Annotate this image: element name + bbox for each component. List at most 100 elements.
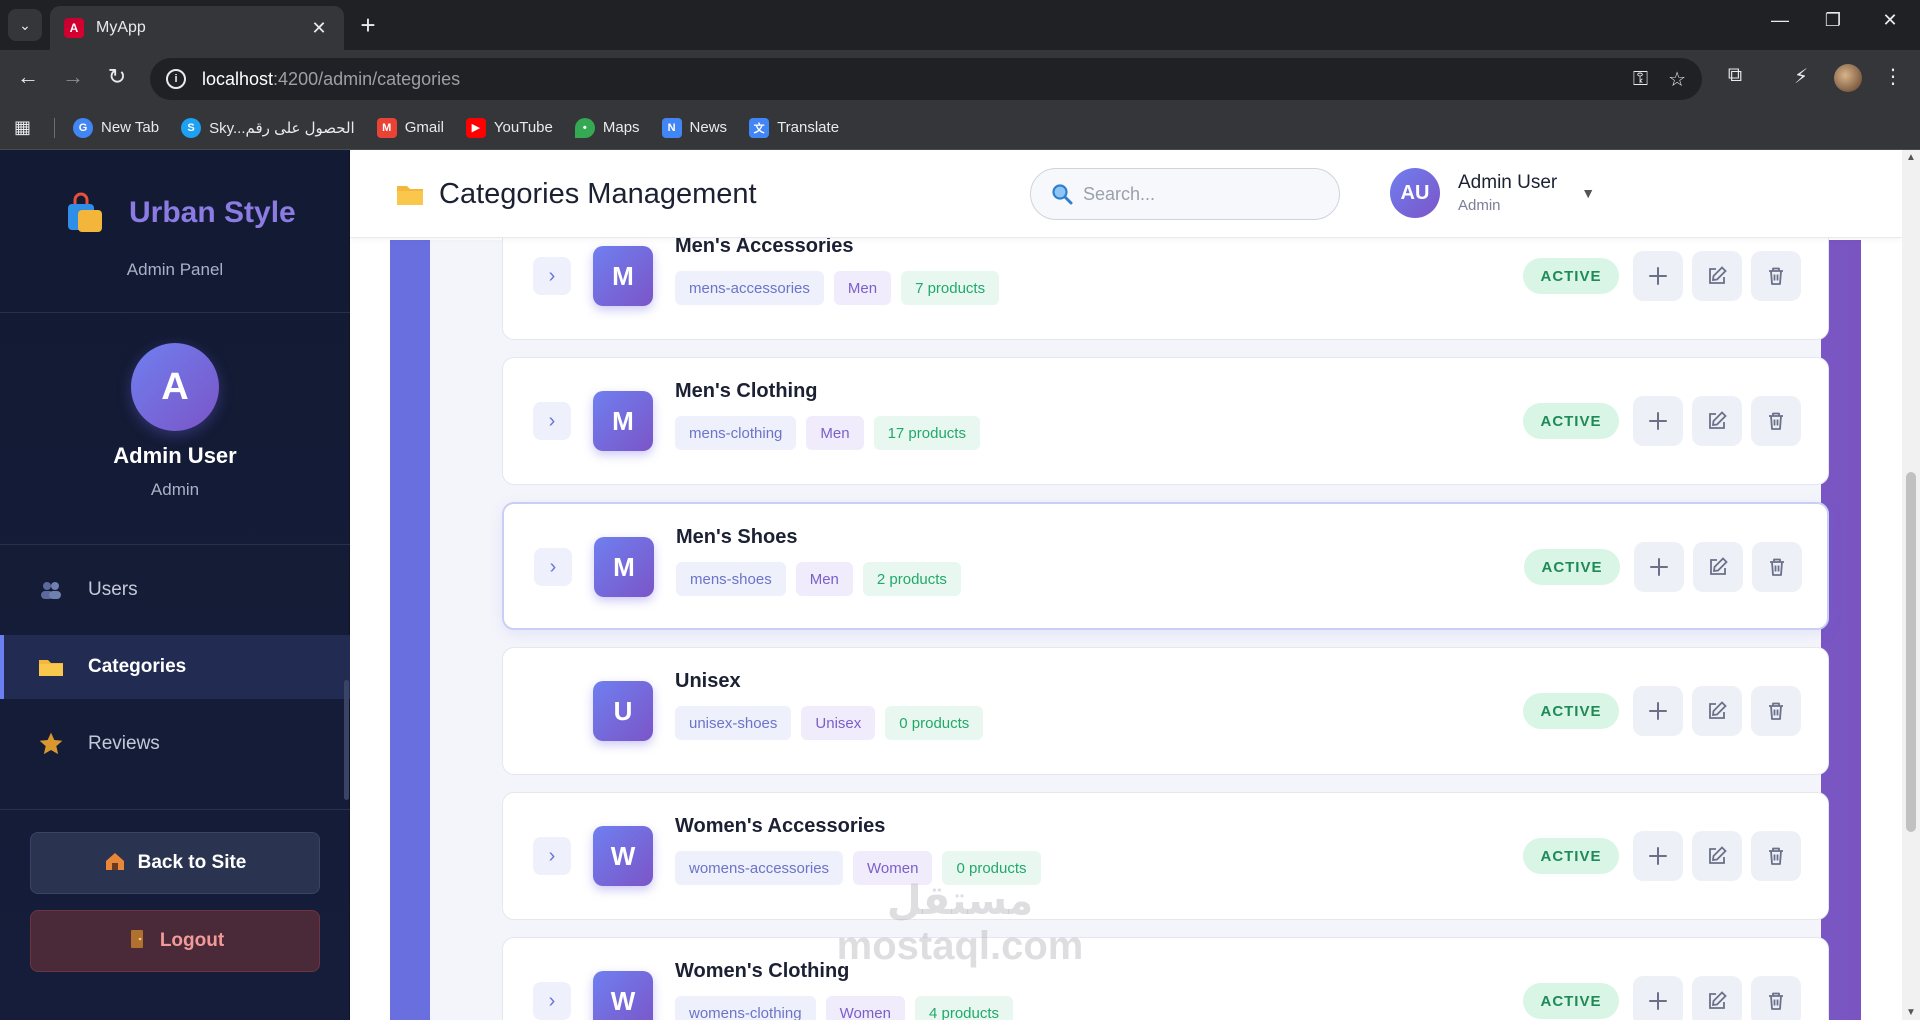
status-badge[interactable]: ACTIVE (1523, 403, 1619, 439)
brand-subtitle: Admin Panel (126, 260, 224, 279)
tab-search-button[interactable]: ⌄ (8, 9, 42, 41)
bookmarks-bar: ▦ G New Tab S Sky...الحصول على رقم M Gmail … (0, 106, 1920, 150)
edit-button[interactable] (1692, 251, 1742, 301)
product-count-badge: 7 products (901, 271, 1000, 305)
close-tab-icon[interactable]: ✕ (308, 18, 330, 39)
google-icon: G (73, 117, 93, 138)
expand-button[interactable]: › (533, 982, 571, 1020)
search-input[interactable] (1083, 183, 1303, 205)
add-subcategory-button[interactable] (1633, 251, 1683, 301)
delete-button[interactable] (1751, 976, 1801, 1020)
edit-button[interactable] (1692, 831, 1742, 881)
close-window-button[interactable]: ✕ (1870, 10, 1910, 31)
delete-button[interactable] (1751, 396, 1801, 446)
plus-icon (1649, 702, 1667, 720)
search-icon (1052, 184, 1073, 205)
url-text[interactable]: localhost:4200/admin/categories (202, 69, 1613, 90)
status-badge[interactable]: ACTIVE (1524, 549, 1620, 585)
bookmark-new-tab[interactable]: G New Tab (73, 117, 159, 138)
profile-avatar-icon[interactable] (1834, 64, 1862, 92)
edit-button[interactable] (1692, 686, 1742, 736)
scroll-up-icon[interactable]: ▲ (1902, 152, 1920, 163)
sidebar-item-users[interactable]: Users (0, 558, 350, 622)
edit-button[interactable] (1693, 542, 1743, 592)
search-box[interactable] (1030, 168, 1340, 220)
sidebar-item-label: Categories (88, 656, 187, 677)
delete-button[interactable] (1752, 542, 1802, 592)
status-badge[interactable]: ACTIVE (1523, 258, 1619, 294)
expand-button[interactable]: › (534, 548, 572, 586)
plus-icon (1649, 847, 1667, 865)
scroll-down-icon[interactable]: ▼ (1902, 1007, 1920, 1018)
sidebar-scrollbar[interactable] (344, 680, 349, 800)
chevron-right-icon: › (548, 409, 556, 432)
site-info-icon[interactable]: i (166, 69, 186, 89)
apps-grid-icon[interactable]: ▦ (14, 117, 38, 138)
delete-button[interactable] (1751, 831, 1801, 881)
new-tab-button[interactable]: + (354, 12, 382, 40)
gender-badge: Women (825, 996, 905, 1020)
browser-toolbar: ← → ↻ i localhost:4200/admin/categories … (0, 50, 1920, 106)
caret-down-icon[interactable]: ▼ (1581, 185, 1595, 201)
restore-button[interactable]: ❐ (1813, 10, 1853, 31)
add-subcategory-button[interactable] (1634, 542, 1684, 592)
expand-button[interactable]: › (533, 402, 571, 440)
sidebar-item-label: Users (88, 579, 138, 600)
tab-title: MyApp (96, 19, 146, 36)
delete-button[interactable] (1751, 251, 1801, 301)
delete-button[interactable] (1751, 686, 1801, 736)
bookmark-skype[interactable]: S Sky...الحصول على رقم (181, 117, 355, 138)
bookmark-youtube[interactable]: ▶ YouTube (465, 117, 553, 138)
expand-button[interactable]: › (533, 257, 571, 295)
categories-panel: › M Men's Accessories mens-accessories M… (390, 212, 1861, 1020)
add-subcategory-button[interactable] (1633, 976, 1683, 1020)
more-menu-icon[interactable]: ⋮ (1878, 64, 1908, 89)
gmail-icon: M (376, 117, 397, 138)
extensions-icon[interactable]: ⧉ (1720, 64, 1750, 87)
back-icon[interactable]: ← (13, 64, 43, 90)
edit-button[interactable] (1692, 396, 1742, 446)
category-row: › M Men's Shoes mens-shoes Men 2 product… (502, 502, 1829, 630)
add-subcategory-button[interactable] (1633, 396, 1683, 446)
category-row: U Unisex unisex-shoes Unisex 0 products … (502, 647, 1829, 775)
edit-icon (1709, 411, 1727, 429)
page-scrollbar[interactable]: ▲ ▼ (1902, 150, 1920, 1020)
forward-icon[interactable]: → (58, 64, 88, 90)
address-bar[interactable]: i localhost:4200/admin/categories ⚿ ☆ (150, 58, 1702, 100)
logout-button[interactable]: Logout (30, 910, 320, 972)
bookmark-star-icon[interactable]: ☆ (1668, 67, 1686, 92)
edit-button[interactable] (1692, 976, 1742, 1020)
categories-list: › M Men's Accessories mens-accessories M… (430, 212, 1829, 1020)
main-content: Categories Management AU Admin User Admi… (350, 150, 1902, 1020)
bookmark-translate[interactable]: 文 Translate (749, 117, 839, 138)
browser-tab[interactable]: A MyApp ✕ (50, 6, 344, 50)
bookmark-maps[interactable]: • Maps (574, 117, 640, 138)
reload-icon[interactable]: ↻ (102, 64, 132, 90)
sidebar-item-categories[interactable]: Categories (0, 635, 350, 699)
bookmark-news[interactable]: N News (661, 117, 727, 138)
gender-badge: Unisex (801, 706, 876, 740)
status-badge[interactable]: ACTIVE (1523, 983, 1619, 1019)
status-badge[interactable]: ACTIVE (1523, 693, 1619, 729)
add-subcategory-button[interactable] (1633, 686, 1683, 736)
performance-icon[interactable]: ⚡ (1786, 64, 1816, 89)
category-avatar: W (593, 826, 653, 886)
minimize-button[interactable]: — (1760, 10, 1800, 31)
brand-name[interactable]: Urban Style (129, 196, 296, 230)
product-count-badge: 2 products (862, 562, 961, 596)
bookmark-gmail[interactable]: M Gmail (376, 117, 444, 138)
add-subcategory-button[interactable] (1633, 831, 1683, 881)
expand-button[interactable]: › (533, 837, 571, 875)
category-tags: mens-accessories Men 7 products (675, 271, 1009, 305)
user-menu[interactable]: AU Admin User Admin ▼ (1390, 168, 1595, 218)
scrollbar-thumb[interactable] (1906, 472, 1916, 832)
category-name: Men's Accessories (675, 235, 854, 257)
sidebar-item-reviews[interactable]: Reviews (0, 712, 350, 776)
back-to-site-button[interactable]: Back to Site (30, 832, 320, 894)
bookmarks-divider (54, 117, 55, 138)
trash-icon (1769, 992, 1783, 1010)
key-icon[interactable]: ⚿ (1633, 68, 1648, 91)
chevron-right-icon: › (548, 264, 556, 287)
slug-badge: womens-clothing (675, 996, 816, 1020)
status-badge[interactable]: ACTIVE (1523, 838, 1619, 874)
